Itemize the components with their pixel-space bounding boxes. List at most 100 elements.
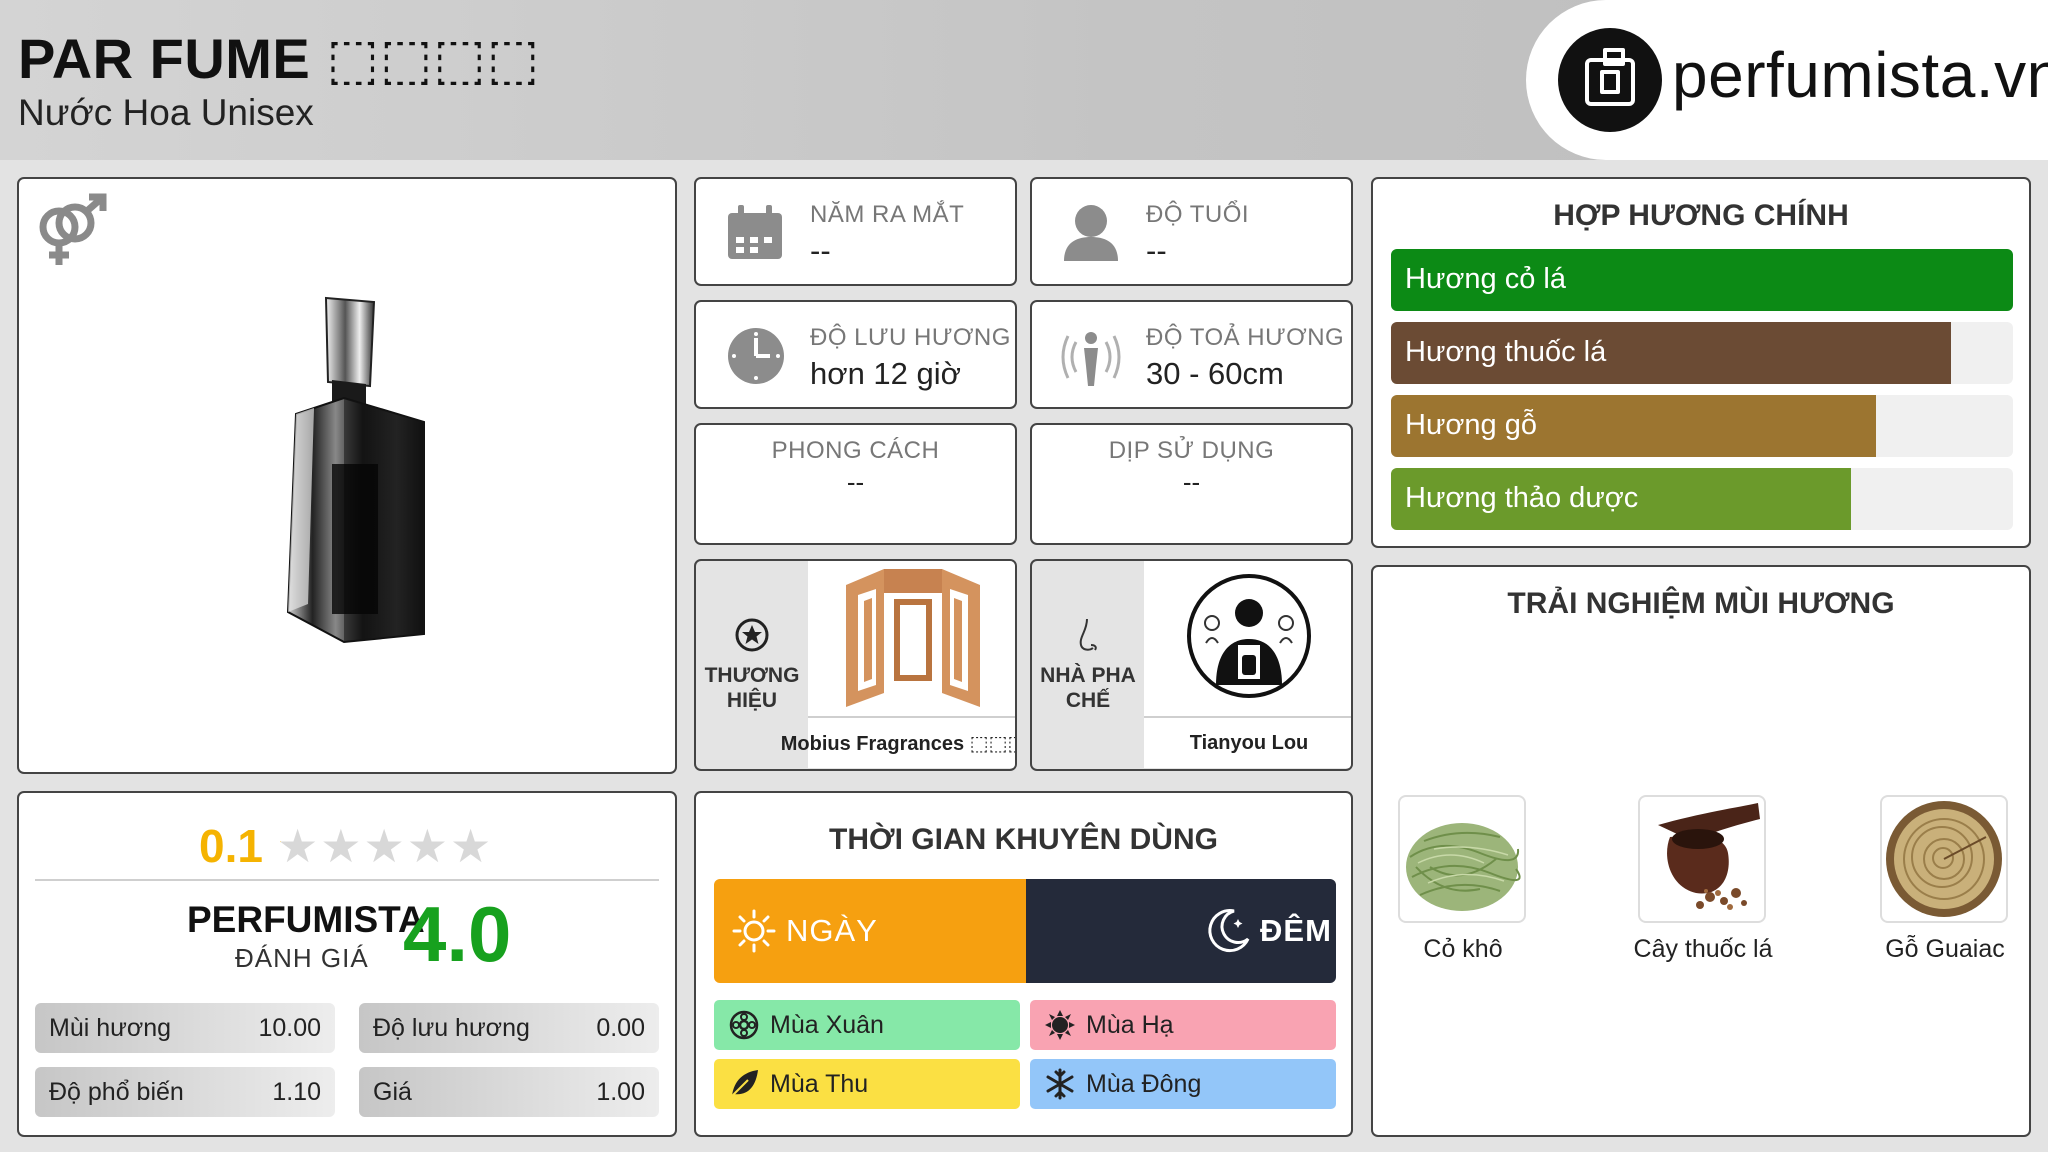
sun-icon — [732, 909, 776, 953]
perfumer-name[interactable]: Tianyou Lou — [1144, 716, 1351, 768]
logo-text[interactable]: perfumista.vn — [1672, 38, 2048, 112]
occasion-value: -- — [1182, 467, 1201, 497]
note-image[interactable] — [1638, 795, 1766, 923]
sillage-value: 30 - 60cm — [1146, 356, 1284, 391]
season-label: Mùa Xuân — [770, 1010, 884, 1039]
note-label[interactable]: Cỏ khô — [1373, 935, 1553, 964]
perfume-bottle-logo-icon[interactable] — [1558, 28, 1662, 132]
longevity-label: ĐỘ LƯU HƯƠNG — [810, 324, 1011, 351]
season-autumn: Mùa Thu — [714, 1059, 1020, 1109]
nose-icon — [1079, 618, 1097, 651]
release-year-label: NĂM RA MẮT — [810, 201, 965, 228]
release-year-value: -- — [810, 233, 831, 268]
day-label: NGÀY — [786, 913, 878, 948]
rating-divider — [35, 879, 659, 881]
sillage-icon — [1061, 332, 1121, 386]
product-image-card — [17, 177, 677, 774]
moon-icon — [1208, 909, 1250, 953]
accord-bar: Hương gỗ — [1391, 395, 2013, 457]
clock-icon — [728, 328, 784, 384]
perfumer-card[interactable]: NHÀ PHA CHẾ Tianyou Lou — [1030, 559, 1353, 771]
perfumista-rating-label: PERFUMISTA — [187, 899, 425, 940]
metric-longevity: Độ lưu hương 0.00 — [359, 1003, 659, 1053]
perfumer-avatar-icon — [1187, 574, 1311, 698]
recommended-time-card: THỜI GIAN KHUYÊN DÙNG NGÀY ĐÊM Mùa Xuân … — [694, 791, 1353, 1137]
accord-bar: Hương thuốc lá — [1391, 322, 2013, 384]
flower-icon — [729, 1010, 759, 1040]
season-label: Mùa Đông — [1086, 1069, 1202, 1098]
user-score: 0.1 — [199, 820, 263, 872]
night-segment: ĐÊM — [1026, 879, 1336, 983]
perfumer-side: NHÀ PHA CHẾ — [1032, 561, 1144, 769]
star-rating-icons[interactable]: ★★★★★ — [277, 820, 493, 872]
metric-label: Độ phổ biến — [49, 1077, 184, 1106]
occasion-card: DỊP SỬ DỤNG -- — [1030, 423, 1353, 545]
perfumer-label: NHÀ PHA CHẾ — [1040, 664, 1136, 712]
metric-value: 0.00 — [596, 1013, 645, 1042]
accord-label: Hương thảo dược — [1405, 482, 1639, 514]
age-label: ĐỘ TUỔI — [1146, 201, 1250, 228]
brand-name[interactable]: Mobius Fragrances ⬚⬚⬚⬚ — [781, 716, 1015, 768]
metric-value: 1.10 — [272, 1077, 321, 1106]
brand-logo-icon — [846, 569, 980, 707]
perfumista-score: 4.0 — [403, 890, 512, 978]
user-star-rating[interactable]: ★★★★★ ★★★★★ — [277, 819, 493, 873]
metric-value: 1.00 — [596, 1077, 645, 1106]
product-title: PAR FUME ⬚⬚⬚⬚ — [18, 27, 540, 90]
longevity-value: hơn 12 giờ — [810, 356, 961, 391]
age-value: -- — [1146, 233, 1167, 268]
perfume-bottle-image — [286, 296, 425, 644]
perfumer-image[interactable] — [1144, 561, 1351, 716]
scent-experience-card: TRẢI NGHIỆM MÙI HƯƠNG Cỏ khô Cây thuốc l… — [1371, 565, 2031, 1137]
metric-label: Độ lưu hương — [373, 1013, 530, 1042]
unisex-icon — [39, 193, 107, 265]
accord-bar: Hương thảo dược — [1391, 468, 2013, 530]
season-label: Mùa Thu — [770, 1069, 869, 1098]
main-accords-title: HỢP HƯƠNG CHÍNH — [1553, 199, 1849, 232]
metric-price: Giá 1.00 — [359, 1067, 659, 1117]
age-card: ĐỘ TUỔI -- — [1030, 177, 1353, 286]
brand-card[interactable]: THƯƠNG HIỆU Mobius Fragrances ⬚⬚⬚⬚ — [694, 559, 1017, 771]
metric-label: Giá — [373, 1077, 412, 1106]
day-segment: NGÀY — [714, 879, 1026, 983]
note-image[interactable] — [1880, 795, 2008, 923]
sun-icon — [1045, 1010, 1075, 1040]
accord-label: Hương gỗ — [1405, 409, 1537, 441]
accord-label: Hương cỏ lá — [1405, 263, 1566, 295]
sillage-label: ĐỘ TOẢ HƯƠNG — [1146, 324, 1345, 351]
note-image[interactable] — [1398, 795, 1526, 923]
metric-popularity: Độ phổ biến 1.10 — [35, 1067, 335, 1117]
season-summer: Mùa Hạ — [1030, 1000, 1336, 1050]
product-subtitle: Nước Hoa Unisex — [18, 92, 314, 133]
note-label[interactable]: Cây thuốc lá — [1613, 935, 1793, 964]
longevity-card: ĐỘ LƯU HƯƠNG hơn 12 giờ — [694, 300, 1017, 409]
style-card: PHONG CÁCH -- — [694, 423, 1017, 545]
release-year-card: NĂM RA MẮT -- — [694, 177, 1017, 286]
star-rating-fill: ★★★★★ — [277, 819, 281, 873]
leaf-icon — [729, 1070, 758, 1099]
season-spring: Mùa Xuân — [714, 1000, 1020, 1050]
metric-label: Mùi hương — [49, 1013, 172, 1042]
recommended-time-title: THỜI GIAN KHUYÊN DÙNG — [829, 823, 1218, 856]
note-label[interactable]: Gỗ Guaiac — [1855, 935, 2035, 964]
brand-logo-image[interactable] — [808, 561, 1015, 716]
snowflake-icon — [1046, 1068, 1074, 1100]
scent-experience-title: TRẢI NGHIỆM MÙI HƯƠNG — [1507, 587, 1895, 620]
metric-scent: Mùi hương 10.00 — [35, 1003, 335, 1053]
style-value: -- — [846, 467, 865, 497]
occasion-label: DỊP SỬ DỤNG — [1108, 437, 1275, 464]
calendar-icon — [728, 205, 782, 259]
accord-bar: Hương cỏ lá — [1391, 249, 2013, 311]
main-accords-card: HỢP HƯƠNG CHÍNH Hương cỏ lá Hương thuốc … — [1371, 177, 2031, 548]
day-night-bar: NGÀY ĐÊM — [714, 879, 1336, 983]
wood-slice-icon — [1886, 801, 2002, 917]
season-label: Mùa Hạ — [1086, 1010, 1174, 1039]
season-winter: Mùa Đông — [1030, 1059, 1336, 1109]
hay-icon — [1406, 823, 1521, 911]
metric-value: 10.00 — [258, 1013, 321, 1042]
sillage-card: ĐỘ TOẢ HƯƠNG 30 - 60cm — [1030, 300, 1353, 409]
person-icon — [1064, 205, 1118, 261]
brand-label: THƯƠNG HIỆU — [704, 664, 800, 712]
night-label: ĐÊM — [1260, 913, 1332, 948]
star-badge-icon — [735, 618, 769, 652]
